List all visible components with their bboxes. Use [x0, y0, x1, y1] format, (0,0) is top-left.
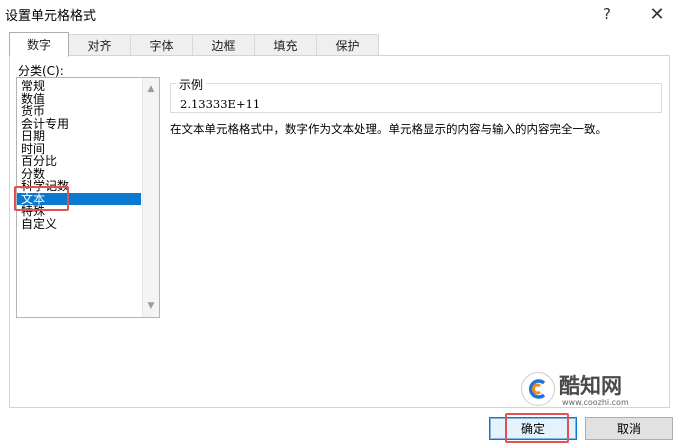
- scroll-down-arrow-icon[interactable]: ▼: [143, 298, 159, 314]
- highlight-box-text-item: [14, 186, 69, 211]
- list-item-general[interactable]: 常规: [17, 80, 141, 93]
- sample-label: 示例: [176, 76, 207, 93]
- tab-font[interactable]: 字体: [131, 34, 193, 56]
- tab-number[interactable]: 数字: [9, 32, 69, 57]
- list-item-custom[interactable]: 自定义: [17, 217, 141, 231]
- list-item-date[interactable]: 日期: [17, 130, 141, 143]
- close-button[interactable]: ✕: [642, 2, 672, 26]
- tab-fill[interactable]: 填充: [255, 34, 317, 56]
- list-scrollbar[interactable]: ▲ ▼: [142, 78, 159, 317]
- sample-value: 2.13333E+11: [180, 97, 261, 111]
- watermark-logo-icon: [521, 372, 555, 406]
- tab-alignment[interactable]: 对齐: [69, 34, 131, 56]
- dialog-title: 设置单元格格式: [5, 9, 97, 24]
- scroll-up-arrow-icon[interactable]: ▲: [143, 81, 159, 97]
- list-item-currency[interactable]: 货币: [17, 105, 141, 118]
- tab-protection[interactable]: 保护: [317, 34, 379, 56]
- title-bar: 设置单元格格式 ? ✕: [0, 0, 682, 28]
- highlight-box-ok-button: [505, 413, 569, 443]
- cancel-button[interactable]: 取消: [585, 417, 673, 440]
- tab-border[interactable]: 边框: [193, 34, 255, 56]
- tab-bar: 数字 对齐 字体 边框 填充 保护: [9, 32, 379, 57]
- watermark-url: www.coozhi.com: [562, 398, 629, 407]
- help-button[interactable]: ?: [592, 2, 622, 26]
- watermark-text: 酷知网: [559, 374, 622, 398]
- format-description: 在文本单元格格式中，数字作为文本处理。单元格显示的内容与输入的内容完全一致。: [170, 122, 607, 136]
- list-item-percentage[interactable]: 百分比: [17, 155, 141, 168]
